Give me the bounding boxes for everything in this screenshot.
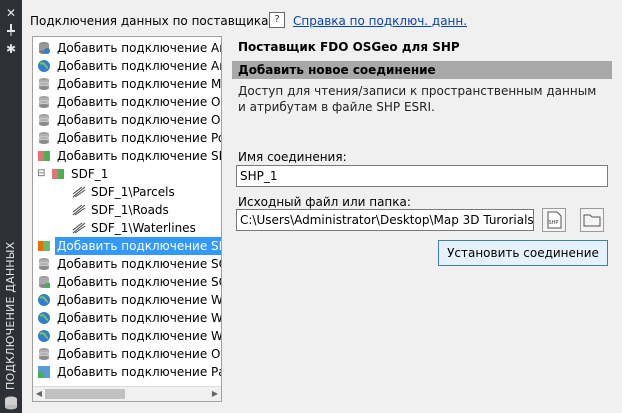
tree-item-label: Добавить подключение SHP (55, 237, 221, 255)
sqlite-icon (37, 275, 51, 289)
tree-item[interactable]: SDF_1\Roads (33, 201, 221, 219)
feature-class-icon (71, 221, 86, 235)
wms-globe-icon (37, 311, 51, 325)
database-icon (37, 131, 51, 145)
gear-icon[interactable]: ✱ (4, 42, 18, 56)
tree-item[interactable]: Добавить подключение ODBC (33, 93, 221, 111)
provider-description: Доступ для чтения/записи к пространствен… (238, 84, 597, 114)
tree-item-label: Добавить подключение ODBC (57, 95, 221, 109)
help-icon[interactable]: ? (269, 12, 285, 28)
tree-item[interactable]: Добавить подключение Растр (33, 363, 221, 381)
scroll-right-icon[interactable]: ▶ (209, 387, 221, 401)
section-header: Добавить новое соединение (232, 61, 612, 79)
horizontal-scrollbar[interactable]: ◀ ▶ (33, 386, 221, 401)
tree-item-label: Добавить подключение WMT (57, 329, 222, 343)
shp-file-browse-button[interactable]: SHP (542, 208, 566, 232)
wfs-globe-icon (37, 293, 51, 307)
arcgis-icon (37, 41, 51, 55)
database-icon (3, 396, 19, 410)
shp-icon (37, 239, 51, 253)
raster-icon (37, 365, 51, 379)
tree-item-label: Добавить подключение Отра (57, 347, 221, 361)
arcgis-globe-icon (37, 59, 51, 73)
tree-item[interactable]: Добавить подключение Oracl (33, 111, 221, 129)
tree-item-label: Добавить подключение Oracl (57, 113, 221, 127)
scrollbar-thumb[interactable] (45, 389, 125, 399)
tree-item-label: SDF_1 (71, 167, 109, 181)
tree-item-label: SDF_1\Roads (91, 203, 169, 217)
sidebar: ✕ ✱ ПОДКЛЮЧЕНИЕ ДАННЫХ (0, 0, 22, 413)
folder-browse-button[interactable] (580, 208, 604, 232)
database-icon (37, 347, 51, 361)
tree-item-label: Добавить подключение SQLit (57, 275, 221, 289)
provider-tree[interactable]: Добавить подключение ArcG Добавить подклю… (32, 36, 222, 402)
database-icon (37, 95, 51, 109)
tree-item-label: Добавить подключение Postg (57, 131, 221, 145)
tree-item-label: Добавить подключение SQL S (57, 257, 221, 271)
tree-item-label: Добавить подключение ArcG (57, 59, 222, 73)
database-icon (37, 113, 51, 127)
tree-item-label: SDF_1\Waterlines (91, 221, 196, 235)
tree-item-label: Добавить подключение MySQ (57, 77, 222, 91)
tree-item[interactable]: Добавить подключение WFS (33, 291, 221, 309)
tree-item-label: SDF_1\Parcels (91, 185, 175, 199)
tree-item[interactable]: Добавить подключение ArcG (33, 39, 221, 57)
tree-item[interactable]: Добавить подключение SQL S (33, 255, 221, 273)
tree-item[interactable]: Добавить подключение SQLit (33, 273, 221, 291)
tree-item[interactable]: Добавить подключение MySQ (33, 75, 221, 93)
pin-icon[interactable] (4, 24, 18, 38)
tree-item[interactable]: Добавить подключение WMS (33, 309, 221, 327)
tree-item[interactable]: Добавить подключение SHP (33, 237, 221, 255)
tree-item-label: Добавить подключение Растр (57, 365, 221, 379)
tree-item[interactable]: Добавить подключение ArcG (33, 57, 221, 75)
tree-item[interactable]: SDF_1\Waterlines (33, 219, 221, 237)
wmts-globe-icon (37, 329, 51, 343)
connection-name-label: Имя соединения: (238, 150, 347, 164)
sdf-icon (37, 149, 51, 163)
database-icon (37, 77, 51, 91)
tree-item-label: Добавить подключение SDF (57, 149, 222, 163)
source-path-label: Исходный файл или папка: (238, 195, 411, 209)
tree-item-label: Добавить подключение WFS (57, 293, 222, 307)
tree-item[interactable]: SDF_1\Parcels (33, 183, 221, 201)
connection-name-input[interactable]: SHP_1 (236, 165, 608, 187)
tree-item[interactable]: Добавить подключение WMT (33, 327, 221, 345)
folder-icon (583, 214, 601, 227)
svg-text:SHP: SHP (549, 220, 559, 226)
help-link[interactable]: Справка по подключ. данн. (293, 14, 467, 28)
tree-item[interactable]: Добавить подключение Отра (33, 345, 221, 363)
tree-item[interactable]: ⊟ SDF_1 (33, 165, 221, 183)
tree-item-label: Добавить подключение ArcG (57, 41, 222, 55)
sidebar-vertical-label[interactable]: ПОДКЛЮЧЕНИЕ ДАННЫХ (4, 242, 17, 390)
close-icon[interactable]: ✕ (4, 6, 18, 20)
scroll-left-icon[interactable]: ◀ (33, 387, 45, 401)
connect-button[interactable]: Установить соединение (438, 240, 608, 266)
tree-item[interactable]: Добавить подключение Postg (33, 129, 221, 147)
tree-collapse-icon[interactable]: ⊟ (37, 165, 45, 183)
tree-item-label: Добавить подключение WMS (57, 311, 222, 325)
connections-by-provider-label: Подключения данных по поставщикам (30, 14, 278, 28)
sdf-icon (51, 167, 65, 181)
source-path-input[interactable]: C:\Users\Administrator\Desktop\Map 3D Tu… (236, 209, 534, 231)
provider-title: Поставщик FDO OSGeo для SHP (238, 40, 460, 54)
shp-file-icon: SHP (547, 211, 562, 229)
data-connect-panel: Подключения данных по поставщикам ? Спра… (22, 0, 622, 413)
tree-item[interactable]: Добавить подключение SDF (33, 147, 221, 165)
feature-class-icon (71, 185, 86, 199)
feature-class-icon (71, 203, 86, 217)
database-icon (37, 257, 51, 271)
